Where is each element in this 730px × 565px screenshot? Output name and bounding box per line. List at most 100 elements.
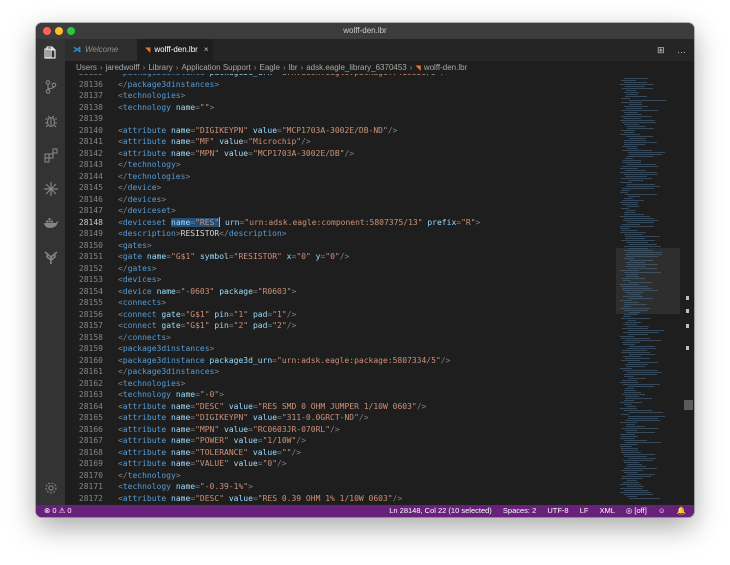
code-line[interactable]: 28155 <connects>	[65, 297, 616, 309]
breadcrumb-item[interactable]: Library	[148, 63, 172, 72]
maximize-window-button[interactable]	[67, 27, 75, 35]
settings-gear-icon[interactable]	[43, 480, 59, 496]
code-line[interactable]: 28136 </package3dinstances>	[65, 79, 616, 91]
code-line[interactable]: 28163 <technology name="-0">	[65, 389, 616, 401]
code-line[interactable]: 28168 <attribute name="TOLERANCE" value="…	[65, 447, 616, 459]
problems-status[interactable]: ⊗ 0 ⚠ 0	[44, 505, 72, 517]
files-icon[interactable]	[43, 45, 59, 61]
code-line[interactable]: 28167 <attribute name="POWER" value="1/10…	[65, 435, 616, 447]
docker-icon[interactable]	[43, 215, 59, 231]
minimize-window-button[interactable]	[55, 27, 63, 35]
branch-icon[interactable]	[43, 249, 59, 265]
code-line[interactable]: 28140 <attribute name="DIGIKEYPN" value="…	[65, 125, 616, 137]
code-text: </technologies>	[118, 171, 190, 183]
code-line[interactable]: 28166 <attribute name="MPN" value="RC0603…	[65, 424, 616, 436]
code-token: connects	[127, 332, 167, 342]
more-actions-icon[interactable]: …	[677, 45, 686, 55]
code-token: >	[146, 240, 152, 250]
code-line[interactable]: 28169 <attribute name="VALUE" value="0"/>	[65, 458, 616, 470]
breadcrumb-item[interactable]: Users	[76, 63, 97, 72]
close-window-button[interactable]	[43, 27, 51, 35]
code-token: "0"	[325, 252, 340, 261]
minimap-line	[625, 86, 645, 87]
line-number: 28142	[78, 148, 103, 158]
code-line[interactable]: 28142 <attribute name="MPN" value="MCP170…	[65, 148, 616, 160]
indentation-status[interactable]: Spaces: 2	[503, 506, 536, 515]
minimap-line	[626, 274, 638, 275]
encoding-status[interactable]: UTF-8	[547, 506, 568, 515]
code-line[interactable]: 28171 <technology name="-0.39-1%">	[65, 481, 616, 493]
debug-icon[interactable]	[43, 113, 59, 129]
code-line[interactable]: 28139	[65, 113, 616, 125]
code-line[interactable]: 28156 <connect gate="G$1" pin="1" pad="1"…	[65, 309, 616, 321]
code-line[interactable]: 28159 <package3dinstances>	[65, 343, 616, 355]
line-number: 28147	[78, 206, 103, 215]
code-line[interactable]: 28164 <attribute name="DESC" value="RES S…	[65, 401, 616, 413]
line-number: 28138	[78, 102, 103, 112]
cursor-position-status[interactable]: Ln 28148, Col 22 (10 selected)	[389, 506, 492, 515]
code-line[interactable]: 28146 </devices>	[65, 194, 616, 206]
code-token: </	[118, 183, 128, 192]
code-line[interactable]: 28152 </gates>	[65, 263, 616, 275]
breadcrumb-item[interactable]: jaredwolff	[106, 63, 140, 72]
code-line[interactable]: 28137 <technologies>	[65, 90, 616, 102]
code-token: "2"	[272, 321, 287, 330]
code-token: name	[171, 148, 191, 158]
code-token: name	[146, 252, 167, 261]
code-token: "VALUE"	[195, 459, 229, 468]
source-control-icon[interactable]	[43, 79, 59, 95]
breadcrumb-item[interactable]: wolff-den.lbr	[424, 63, 467, 72]
line-number: 28149	[78, 229, 103, 238]
extensions-icon[interactable]	[43, 147, 59, 163]
code-line[interactable]: 28145 </device>	[65, 182, 616, 194]
eol-status[interactable]: LF	[580, 506, 589, 515]
notifications-bell-icon[interactable]: 🔔	[677, 506, 686, 515]
code-line[interactable]: 28157 <connect gate="G$1" pin="2" pad="2"…	[65, 320, 616, 332]
code-line[interactable]: 28165 <attribute name="DIGIKEYPN" value="…	[65, 412, 616, 424]
code-line[interactable]: 28172 <attribute name="DESC" value="RES 0…	[65, 493, 616, 505]
breadcrumb-item[interactable]: Application Support	[181, 63, 250, 72]
minimap-line	[623, 306, 631, 307]
code-editor[interactable]: 28135<package3dinstance package3d_urn="u…	[65, 74, 616, 505]
code-line[interactable]: 28149 <description>RESISTOR</description>	[65, 228, 616, 240]
tab-wolff-den[interactable]: ◥ wolff-den.lbr ×	[137, 39, 213, 61]
code-text: <technology name="-0">	[118, 389, 224, 401]
code-line[interactable]: 28162 <technologies>	[65, 378, 616, 390]
minimap[interactable]	[616, 74, 680, 505]
code-line[interactable]: 28154 <device name="-0603" package="R0603…	[65, 286, 616, 298]
minimap-line	[622, 328, 648, 329]
minimap-line	[620, 434, 635, 435]
close-tab-icon[interactable]: ×	[204, 45, 209, 54]
scrollbar-thumb[interactable]	[684, 400, 693, 410]
code-line[interactable]: 28161 </package3dinstances>	[65, 366, 616, 378]
code-line-current[interactable]: 28148 <deviceset name="RES" urn="urn:adsk…	[65, 217, 616, 229]
live-server-status[interactable]: ◎ [off]	[626, 506, 647, 515]
code-line[interactable]: 28170 </technology>	[65, 470, 616, 482]
sparkle-icon[interactable]	[43, 181, 59, 197]
code-line[interactable]: 28138 <technology name="">	[65, 102, 616, 114]
minimap-line	[627, 474, 655, 475]
tab-welcome[interactable]: ⋊ Welcome	[65, 39, 137, 61]
code-line[interactable]: 28147 </deviceset>	[65, 205, 616, 217]
code-token: name	[171, 436, 191, 445]
split-editor-icon[interactable]: ⊞	[657, 45, 665, 55]
minimap-line	[625, 176, 647, 177]
code-token: name	[171, 217, 191, 227]
feedback-icon[interactable]: ☺	[658, 506, 666, 515]
code-line[interactable]: 28143 </technology>	[65, 159, 616, 171]
language-mode-status[interactable]: XML	[600, 506, 615, 515]
breadcrumb-item[interactable]: adsk.eagle_library_6370453	[306, 63, 407, 72]
minimap-line	[627, 464, 642, 465]
code-line[interactable]: 28144 </technologies>	[65, 171, 616, 183]
breadcrumb-item[interactable]: lbr	[289, 63, 298, 72]
code-line[interactable]: 28151 <gate name="G$1" symbol="RESISTOR" …	[65, 251, 616, 263]
breadcrumb-item[interactable]: Eagle	[260, 63, 280, 72]
code-line[interactable]: 28158 </connects>	[65, 332, 616, 344]
vertical-scrollbar[interactable]	[680, 74, 694, 505]
code-token: name	[171, 125, 191, 135]
code-line[interactable]: 28150 <gates>	[65, 240, 616, 252]
code-line[interactable]: 28160 <package3dinstance package3d_urn="u…	[65, 355, 616, 367]
code-line[interactable]: 28141 <attribute name="MF" value="Microch…	[65, 136, 616, 148]
minimap-line	[623, 290, 658, 291]
code-line[interactable]: 28153 <devices>	[65, 274, 616, 286]
